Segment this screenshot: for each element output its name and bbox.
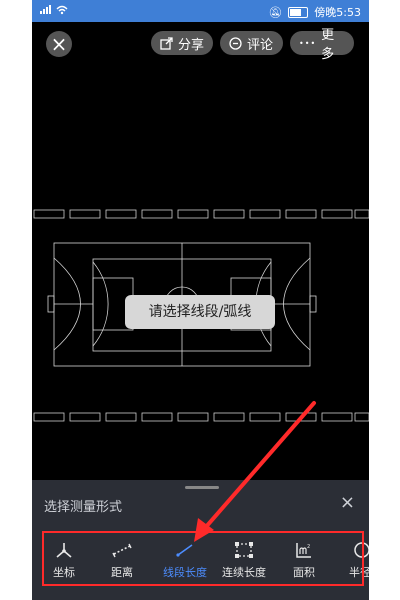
mute-bell-icon: 🔕︎ [268,5,283,19]
coordinate-icon [56,543,72,558]
measure-tool-list: 坐标 距离 线段长度 连续长度 2 面积 半径 [32,531,369,585]
status-time: 傍晚5:53 [314,6,361,19]
toast-message: 请选择线段/弧线 [125,295,275,329]
signal-icon [40,5,68,15]
measure-bottom-sheet: 选择测量形式 × 坐标 距离 线段长度 连续长度 2 面积 半径 [32,480,369,600]
comment-label: 评论 [247,37,274,53]
signal-wifi-indicator [40,4,74,18]
tool-continuous-length[interactable]: 连续长度 [214,531,274,585]
close-icon: × [50,32,68,56]
share-label: 分享 [178,37,205,53]
tool-label: 面积 [293,566,315,579]
share-icon [160,36,173,50]
radius-icon [354,542,369,558]
app-screen: 🔕︎ 傍晚5:53 × 分享 评论 ••• 更多 请选择线段/弧线 选择测量形式… [32,0,369,600]
comment-button[interactable]: 评论 [220,31,283,55]
sheet-title: 选择测量形式 [44,500,123,515]
status-bar: 🔕︎ 傍晚5:53 [32,0,369,22]
close-icon: × [339,492,355,513]
sheet-close-button[interactable]: × [340,492,355,513]
more-icon: ••• [299,38,317,48]
segment-length-icon [176,544,193,557]
tool-area[interactable]: 2 面积 [274,531,334,585]
share-button[interactable]: 分享 [151,31,213,55]
seat-row-bottom [33,412,369,422]
tool-label: 坐标 [53,566,75,579]
svg-text:2: 2 [307,544,310,550]
battery-icon [288,6,309,18]
sheet-drag-handle[interactable] [185,486,219,489]
close-button[interactable]: × [46,31,72,57]
tool-coordinate[interactable]: 坐标 [34,531,94,585]
distance-icon [112,543,132,558]
tool-radius[interactable]: 半径 [330,531,369,585]
tool-label: 半径 [349,566,369,579]
tool-label: 连续长度 [222,566,266,579]
status-right: 🔕︎ 傍晚5:53 [268,4,361,20]
more-button[interactable]: ••• 更多 [290,28,354,62]
comment-icon [229,36,242,50]
tool-segment-length[interactable]: 线段长度 [155,531,215,585]
more-label: 更多 [321,28,335,62]
continuous-length-icon [235,542,253,558]
tool-label: 线段长度 [163,566,207,579]
tool-label: 距离 [111,566,133,579]
tool-distance[interactable]: 距离 [92,531,152,585]
area-icon: 2 [296,543,311,558]
seat-row-top [33,209,369,219]
